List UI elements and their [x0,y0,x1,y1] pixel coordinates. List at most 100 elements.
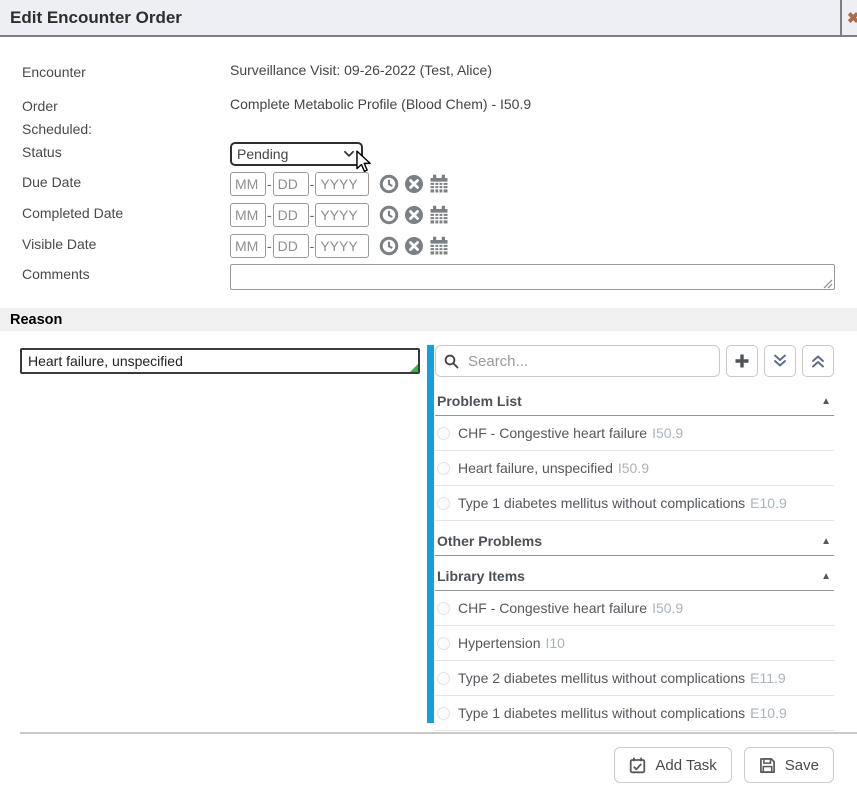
reason-group: Library Items ▲ CHF - Congestive heart f… [435,556,834,731]
visible-month-input[interactable] [230,234,266,258]
visible-year-input[interactable] [315,234,369,258]
due-date-label: Due Date [22,172,230,190]
save-label: Save [785,757,819,774]
item-text: Hypertension [458,635,541,651]
reason-section-title: Reason [10,312,62,328]
encounter-label: Encounter [22,62,230,80]
item-code: E11.9 [750,670,786,686]
radio-icon[interactable] [437,672,450,685]
order-value: Complete Metabolic Profile (Blood Chem) … [230,96,531,112]
reason-input-wrap [20,348,420,374]
visible-date-row: Visible Date - - [22,234,835,258]
group-items: CHF - Congestive heart failure I50.9 Hea… [435,416,834,521]
item-code: E10.9 [750,495,787,511]
due-year-input[interactable] [315,172,369,196]
comments-textarea[interactable] [230,264,835,290]
reason-list-item[interactable]: Heart failure, unspecified I50.9 [435,451,834,486]
due-month-input[interactable] [230,172,266,196]
group-title: Library Items [437,568,525,584]
item-text: CHF - Congestive heart failure [458,600,647,616]
double-chevron-up-icon [810,353,826,369]
order-row: Order Complete Metabolic Profile (Blood … [22,96,835,114]
reason-group: Other Problems ▲ [435,521,834,556]
time-icon[interactable] [379,174,399,194]
completed-date-row: Completed Date - - [22,203,835,227]
visible-day-input[interactable] [273,234,309,258]
reason-list-item[interactable]: Type 1 diabetes mellitus without complic… [435,486,834,521]
reason-section-header: Reason [0,308,857,331]
status-select[interactable]: Pending [230,142,363,166]
completed-date-label: Completed Date [22,203,230,221]
add-reason-button[interactable] [726,345,758,377]
group-title: Other Problems [437,533,542,549]
date-separator: - [267,207,272,223]
clear-date-icon[interactable] [404,236,424,256]
status-row: Status Pending [22,142,835,166]
due-day-input[interactable] [273,172,309,196]
reason-input[interactable] [20,348,420,374]
item-code: I10 [546,635,565,651]
radio-icon[interactable] [437,637,450,650]
clear-date-icon[interactable] [404,174,424,194]
radio-icon[interactable] [437,462,450,475]
item-text: Type 1 diabetes mellitus without complic… [458,495,745,511]
reason-picker-panel: Problem List ▲ CHF - Congestive heart fa… [435,345,834,731]
reason-groups: Problem List ▲ CHF - Congestive heart fa… [435,381,834,731]
radio-icon[interactable] [437,497,450,510]
date-separator: - [267,176,272,192]
expand-all-button[interactable] [764,345,796,377]
radio-icon[interactable] [437,602,450,615]
reason-search-box [435,345,720,377]
group-header[interactable]: Library Items ▲ [435,556,834,591]
dialog-title: Edit Encounter Order [10,8,182,28]
date-separator: - [310,176,315,192]
encounter-row: Encounter Surveillance Visit: 09-26-2022… [22,62,835,80]
completed-month-input[interactable] [230,203,266,227]
search-icon [444,354,459,369]
status-selected-value: Pending [237,146,288,162]
item-code: E10.9 [750,705,787,721]
calendar-icon[interactable] [429,174,449,194]
close-button[interactable]: ✖ [840,0,857,35]
item-text: CHF - Congestive heart failure [458,425,647,441]
reason-search-input[interactable] [466,352,711,371]
dialog-titlebar: Edit Encounter Order ✖ [0,0,857,37]
reason-group: Problem List ▲ CHF - Congestive heart fa… [435,381,834,521]
completed-year-input[interactable] [315,203,369,227]
reason-list-item[interactable]: Hypertension I10 [435,626,834,661]
comments-row: Comments [22,264,835,293]
item-text: Type 2 diabetes mellitus without complic… [458,670,745,686]
reason-list-item[interactable]: Type 2 diabetes mellitus without complic… [435,661,834,696]
reason-list-item[interactable]: CHF - Congestive heart failure I50.9 [435,416,834,451]
group-title: Problem List [437,393,522,409]
item-code: I50.9 [618,460,649,476]
completed-day-input[interactable] [273,203,309,227]
scheduled-label: Scheduled: [22,119,230,137]
group-header[interactable]: Problem List ▲ [435,381,834,416]
collapse-icon: ▲ [821,396,831,407]
encounter-value: Surveillance Visit: 09-26-2022 (Test, Al… [230,62,492,78]
group-header[interactable]: Other Problems ▲ [435,521,834,556]
panel-divider-bar [427,345,434,723]
item-code: I50.9 [652,425,683,441]
radio-icon[interactable] [437,427,450,440]
time-icon[interactable] [379,236,399,256]
item-text: Type 1 diabetes mellitus without complic… [458,705,745,721]
calendar-icon[interactable] [429,205,449,225]
save-button[interactable]: Save [744,747,834,783]
add-task-label: Add Task [655,757,716,774]
reason-list-item[interactable]: Type 1 diabetes mellitus without complic… [435,696,834,731]
reason-list-item[interactable]: CHF - Congestive heart failure I50.9 [435,591,834,626]
group-items: CHF - Congestive heart failure I50.9 Hyp… [435,591,834,731]
scheduled-row: Scheduled: [22,119,835,137]
collapse-icon: ▲ [821,571,831,582]
radio-icon[interactable] [437,707,450,720]
collapse-all-button[interactable] [802,345,834,377]
chevron-down-icon [343,148,355,160]
time-icon[interactable] [379,205,399,225]
footer: Add Task Save [614,747,834,783]
date-separator: - [310,238,315,254]
calendar-icon[interactable] [429,236,449,256]
clear-date-icon[interactable] [404,205,424,225]
add-task-button[interactable]: Add Task [614,747,731,783]
